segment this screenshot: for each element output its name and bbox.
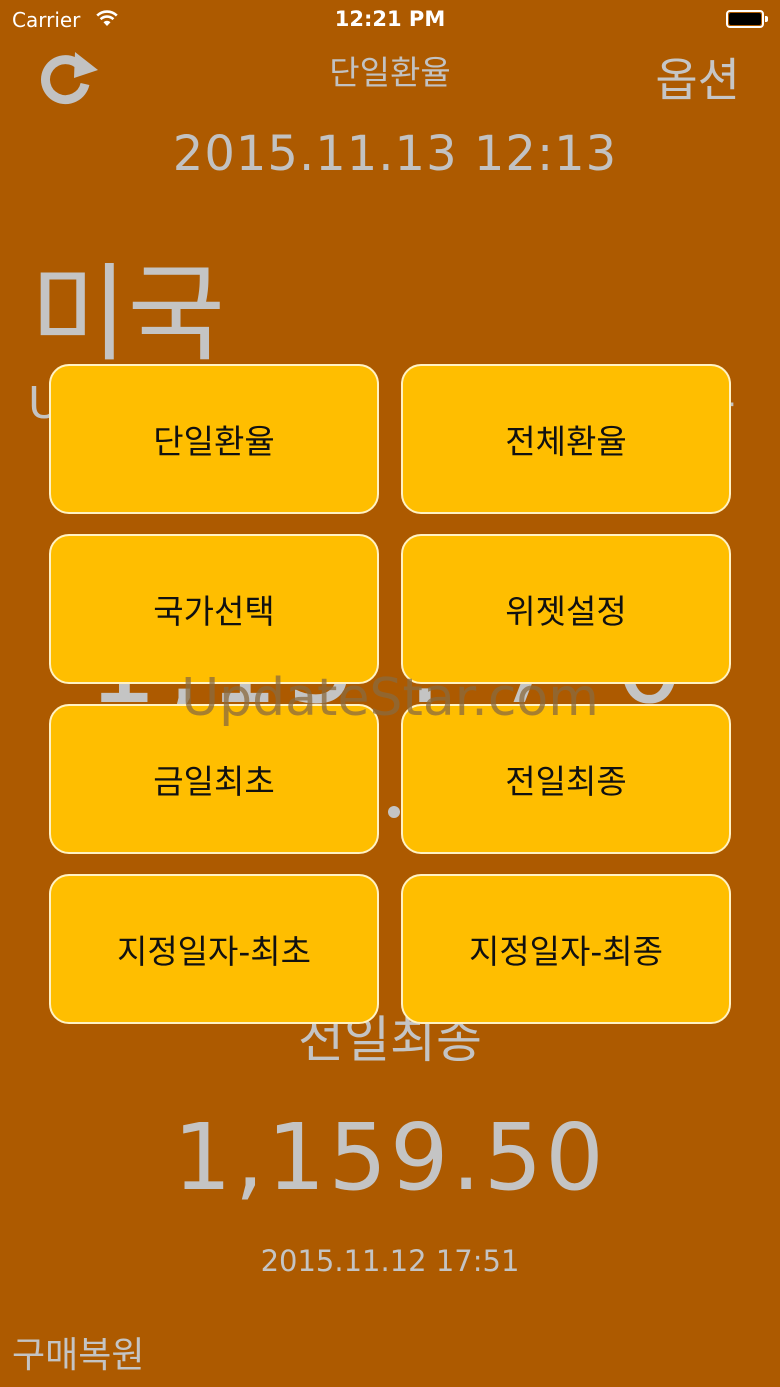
status-time: 12:21 PM xyxy=(334,7,446,31)
battery-icon xyxy=(726,10,768,28)
status-bar: Carrier 12:21 PM xyxy=(0,0,780,40)
menu-all-rates-button[interactable]: 전체환율 xyxy=(401,364,731,514)
previous-close-datetime: 2015.11.12 17:51 xyxy=(260,1244,520,1278)
country-name: 미국 xyxy=(30,253,226,376)
previous-close-rate: 1,159.50 xyxy=(173,1104,607,1211)
menu-date-last-button[interactable]: 지정일자-최종 xyxy=(401,874,731,1024)
menu-select-country-button[interactable]: 국가선택 xyxy=(49,534,379,684)
menu-date-first-button[interactable]: 지정일자-최초 xyxy=(49,874,379,1024)
menu-widget-settings-button[interactable]: 위젯설정 xyxy=(401,534,731,684)
update-datetime: 2015.11.13 12:13 xyxy=(172,126,618,182)
watermark: UpdateStar.com xyxy=(181,668,599,728)
restore-purchase-button[interactable]: 구매복원 xyxy=(12,1326,144,1378)
options-button[interactable]: 옵션 xyxy=(655,44,740,110)
menu-single-rate-button[interactable]: 단일환율 xyxy=(49,364,379,514)
